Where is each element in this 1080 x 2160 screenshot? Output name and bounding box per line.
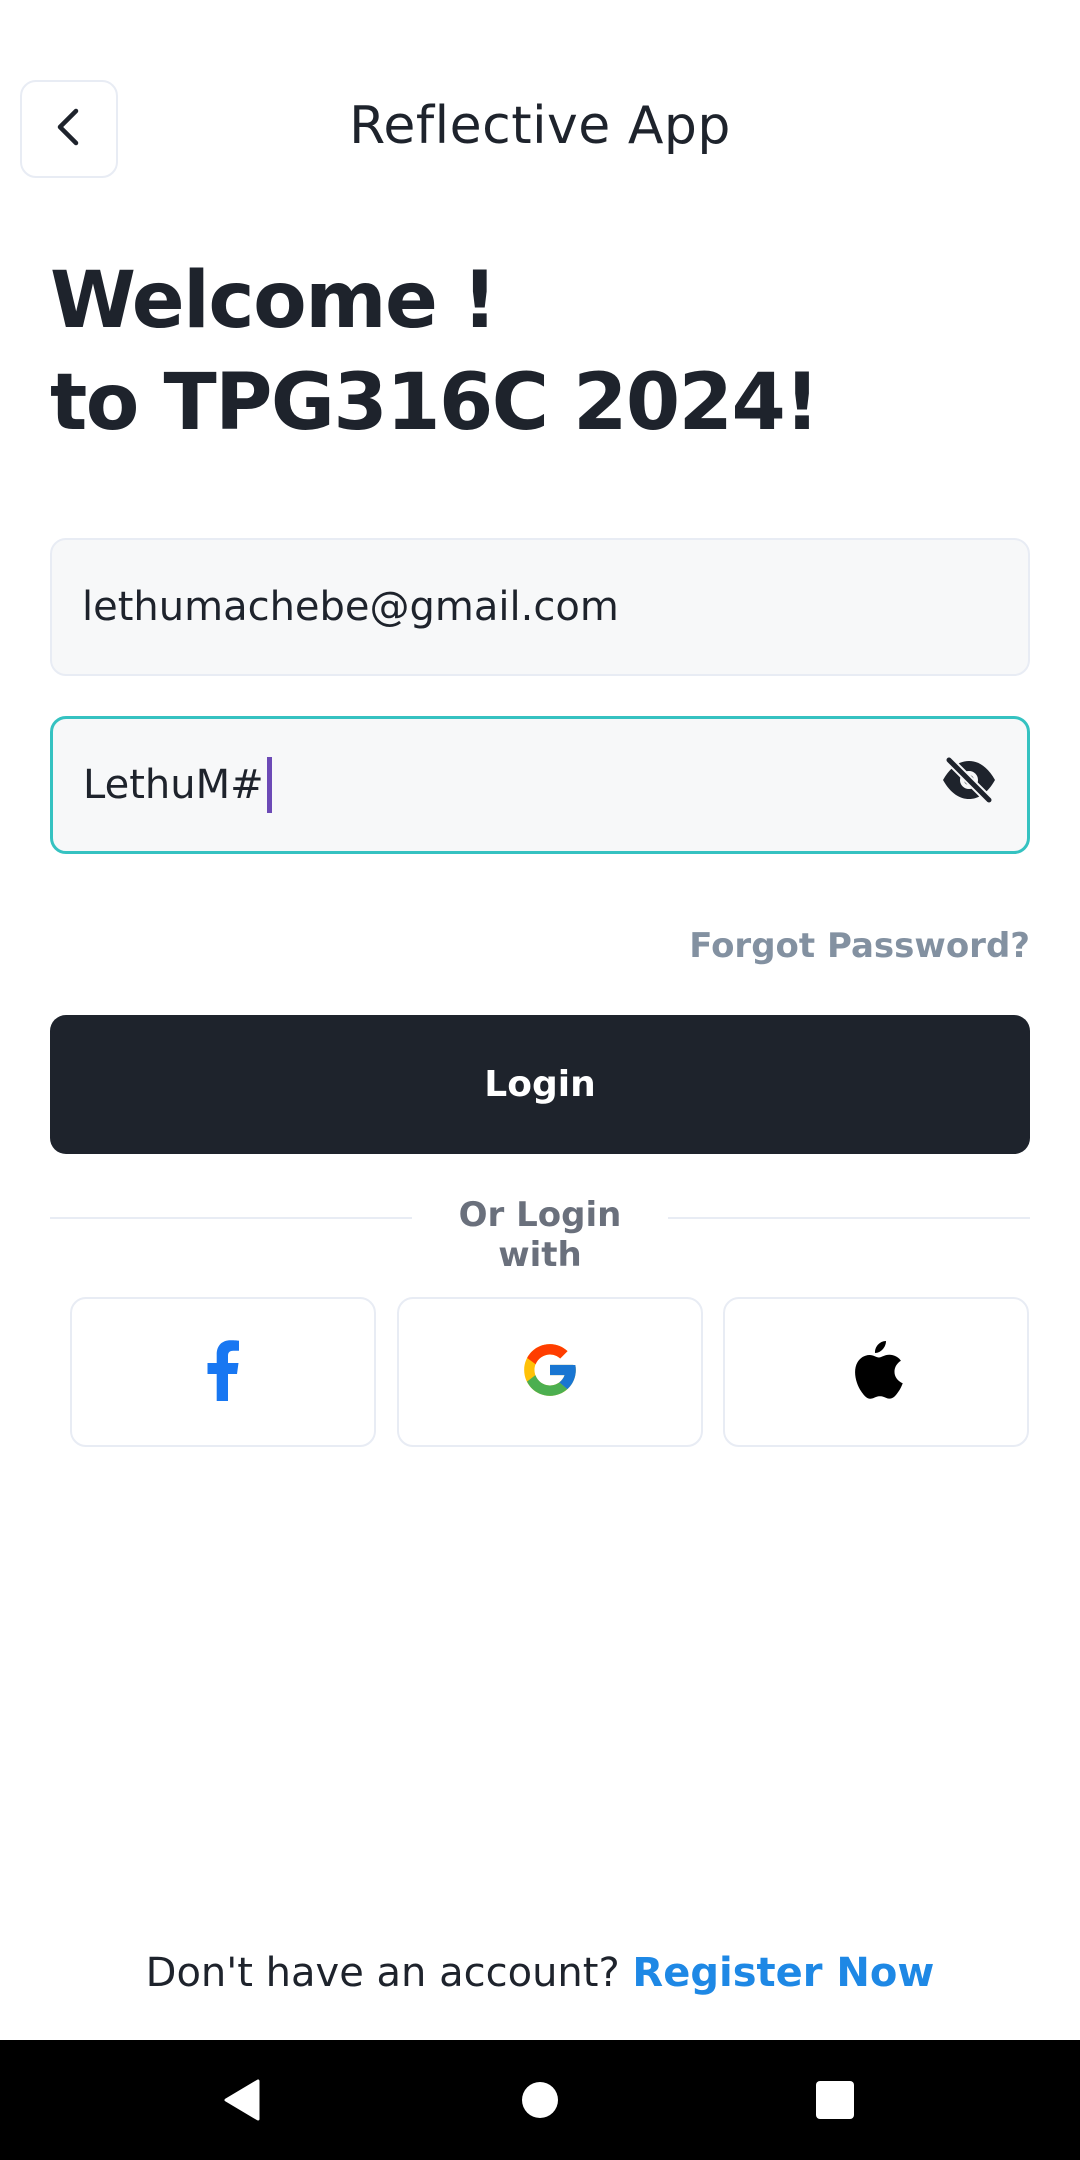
- register-prompt: Don't have an account? Register Now: [0, 1950, 1080, 1996]
- forgot-password-link[interactable]: Forgot Password?: [689, 926, 1030, 966]
- nav-back-icon[interactable]: [222, 2078, 262, 2126]
- google-login-button[interactable]: [397, 1297, 703, 1447]
- register-prompt-text: Don't have an account?: [145, 1950, 620, 1996]
- nav-home-icon[interactable]: [522, 2082, 558, 2118]
- google-icon: [519, 1339, 581, 1405]
- email-value: lethumachebe@gmail.com: [82, 584, 619, 630]
- welcome-line-1: Welcome !: [50, 256, 498, 346]
- email-field[interactable]: lethumachebe@gmail.com: [50, 538, 1030, 676]
- password-value: LethuM#: [83, 762, 264, 808]
- facebook-icon: [206, 1339, 240, 1405]
- password-field[interactable]: LethuM#: [50, 716, 1030, 854]
- welcome-line-2: to TPG316C 2024!: [50, 358, 820, 448]
- divider-line-left: [50, 1217, 412, 1219]
- divider-line-right: [668, 1217, 1030, 1219]
- apple-icon: [848, 1337, 904, 1407]
- apple-login-button[interactable]: [723, 1297, 1029, 1447]
- password-visibility-toggle[interactable]: [939, 755, 999, 815]
- register-now-link[interactable]: Register Now: [632, 1950, 934, 1996]
- nav-recents-icon[interactable]: [816, 2081, 854, 2119]
- or-login-with-label: Or Login with: [458, 1195, 622, 1275]
- app-title: Reflective App: [349, 96, 731, 156]
- welcome-heading: Welcome ! to TPG316C 2024!: [50, 250, 1030, 454]
- eye-off-icon: [940, 755, 998, 814]
- login-button[interactable]: Login: [50, 1015, 1030, 1154]
- facebook-login-button[interactable]: [70, 1297, 376, 1447]
- text-cursor: [266, 757, 272, 813]
